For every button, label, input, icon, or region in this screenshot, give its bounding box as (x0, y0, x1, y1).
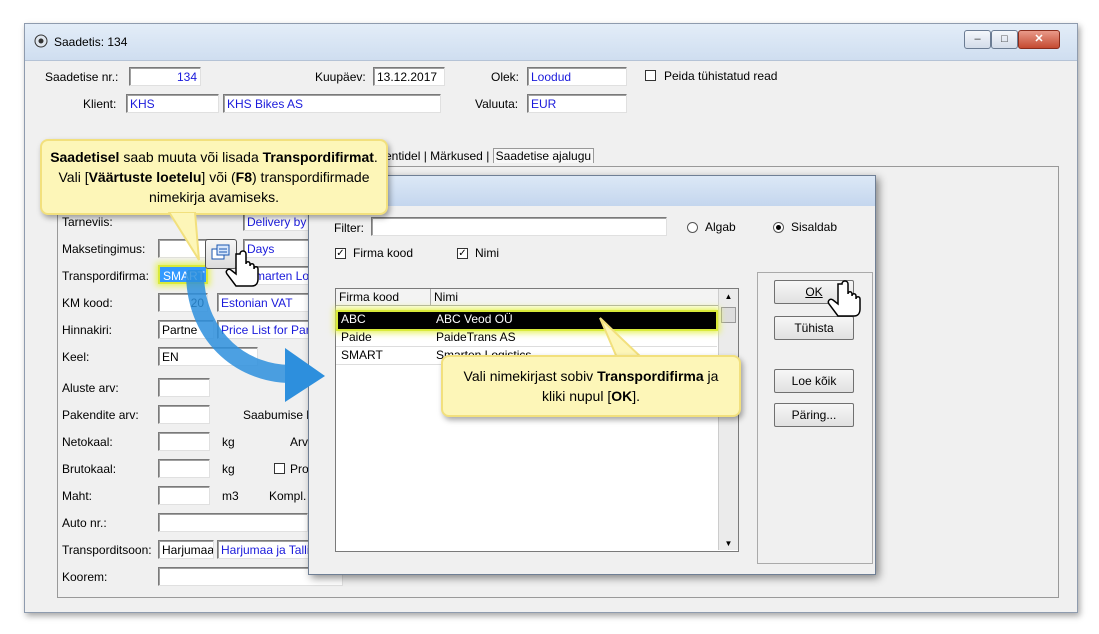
maht-field[interactable] (158, 486, 210, 505)
olek-label: Olek: (491, 70, 520, 84)
transporditsoon-label: Transporditsoon: (62, 543, 152, 557)
koorem-label: Koorem: (62, 570, 108, 584)
nimi-check-label: Nimi (475, 246, 499, 260)
maximize-button[interactable]: □ (991, 30, 1018, 49)
title-bar: Saadetis: 134 – □ ✕ (25, 24, 1077, 61)
brutokaal-field[interactable] (158, 459, 210, 478)
brutokaal-unit: kg (222, 462, 235, 476)
maksetingimus-label: Maksetingimus: (62, 242, 146, 256)
netokaal-label: Netokaal: (62, 435, 113, 449)
klient-label: Klient: (83, 97, 117, 111)
sisaldab-label: Sisaldab (791, 220, 838, 234)
scroll-thumb[interactable] (721, 307, 736, 323)
maht-unit: m3 (222, 489, 239, 503)
tab-ajalugu[interactable]: Saadetise ajalugu (492, 148, 595, 163)
scroll-up-icon[interactable]: ▲ (719, 289, 738, 305)
km-kood-label: KM kood: (62, 296, 113, 310)
auto-field[interactable] (158, 513, 308, 532)
transporditsoon-code-field[interactable]: Harjumaa (158, 540, 214, 559)
olek-field[interactable]: Loodud (527, 67, 627, 86)
peida-label: Peida tühistatud read (664, 69, 778, 83)
list-item[interactable]: Paide PaideTrans AS (336, 329, 717, 347)
kuupaev-field[interactable]: 13.12.2017 (373, 67, 445, 86)
column-header-code[interactable]: Firma kood (336, 289, 431, 306)
callout-top-b4: F8 (235, 169, 252, 185)
pakendite-label: Pakendite arv: (62, 408, 139, 422)
hand-cursor-icon (827, 280, 861, 317)
hand-cursor-icon (225, 250, 259, 287)
saabumise-label: Saabumise k (243, 408, 313, 422)
row-name: ABC Veod OÜ (436, 312, 513, 326)
firma-kood-checkbox[interactable]: ✓ (335, 248, 346, 259)
callout-top-b3: Väärtuste loetelu (88, 169, 202, 185)
row-name: PaideTrans AS (436, 330, 516, 344)
aluste-label: Aluste arv: (62, 381, 119, 395)
column-header-name[interactable]: Nimi (431, 289, 718, 306)
tab-dokumentidel[interactable]: entidel (385, 149, 420, 163)
list-item-selected[interactable]: ABC ABC Veod OÜ (336, 310, 718, 331)
close-button[interactable]: ✕ (1018, 30, 1060, 49)
algab-radio[interactable] (687, 222, 698, 233)
callout-bottom-t1: Vali nimekirjast sobiv (463, 368, 598, 384)
tab-markused[interactable]: Märkused (430, 149, 483, 163)
saadetise-nr-field[interactable]: 134 (129, 67, 201, 86)
callout-top-b1: Saadetisel (50, 149, 120, 165)
callout-bottom-b1: Transpordifirma (597, 368, 704, 384)
kompl-label: Kompl. (269, 489, 307, 503)
row-code: ABC (341, 312, 366, 326)
callout-top: Saadetisel saab muuta või lisada Transpo… (40, 139, 388, 215)
row-code: Paide (341, 330, 372, 344)
brutokaal-label: Brutokaal: (62, 462, 117, 476)
scroll-down-icon[interactable]: ▼ (719, 539, 738, 548)
netokaal-field[interactable] (158, 432, 210, 451)
sisaldab-radio[interactable] (773, 222, 784, 233)
app-icon (34, 34, 48, 48)
peida-checkbox[interactable] (645, 70, 656, 81)
filter-input[interactable] (371, 217, 667, 236)
firma-kood-check-label: Firma kood (353, 246, 414, 260)
tarneviis-label: Tarneviis: (62, 215, 113, 229)
row-code: SMART (341, 348, 383, 362)
nimi-checkbox[interactable]: ✓ (457, 248, 468, 259)
pro-checkbox[interactable] (274, 463, 285, 474)
klient-code-field[interactable]: KHS (126, 94, 219, 113)
dialog-title-bar (309, 176, 875, 206)
maht-label: Maht: (62, 489, 93, 503)
callout-top-t1: saab muuta või lisada (119, 149, 263, 165)
kuupaev-label: Kuupäev: (315, 70, 366, 84)
callout-bottom: Vali nimekirjast sobiv Transpordifirma j… (441, 355, 741, 417)
keel-label: Keel: (62, 350, 90, 364)
firm-list: Firma kood Nimi ▲ ▼ ABC ABC Veod OÜ Paid… (335, 288, 739, 552)
hinnakiri-label: Hinnakiri: (62, 323, 113, 337)
callout-bottom-t3: ]. (632, 388, 641, 404)
transpordifirma-label: Transpordifirma: (62, 269, 149, 283)
callout-top-pointer (167, 212, 200, 261)
query-button[interactable]: Päring... (774, 403, 854, 427)
klient-name-field[interactable]: KHS Bikes AS (223, 94, 441, 113)
callout-top-b2: Transpordifirmat (262, 149, 374, 165)
valuuta-field[interactable]: EUR (527, 94, 627, 113)
callout-top-t3: ] või ( (201, 169, 236, 185)
load-all-button[interactable]: Loe kõik (774, 369, 854, 393)
list-scrollbar[interactable]: ▲ ▼ (718, 289, 738, 550)
window-title: Saadetis: 134 (54, 35, 128, 49)
algab-label: Algab (705, 220, 736, 234)
auto-label: Auto nr.: (62, 516, 107, 530)
netokaal-unit: kg (222, 435, 235, 449)
valuuta-label: Valuuta: (475, 97, 519, 111)
filter-label: Filter: (334, 221, 364, 235)
callout-bottom-b2: OK (611, 388, 633, 404)
pro-label: Pro (290, 462, 309, 476)
saadetise-nr-label: Saadetise nr.: (45, 70, 119, 84)
tab-strip: entidel | Märkused | Saadetise ajalugu (385, 148, 595, 167)
arv-label: Arv (290, 435, 308, 449)
minimize-button[interactable]: – (964, 30, 991, 49)
